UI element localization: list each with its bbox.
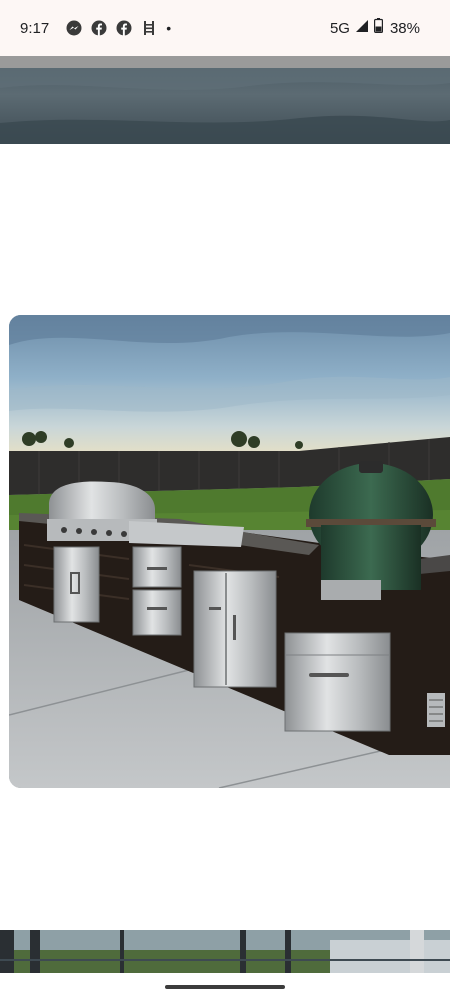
status-bar: 9:17 • 5G 38%	[0, 0, 450, 56]
next-image-preview[interactable]	[0, 930, 450, 973]
pool-enclosure-graphic	[0, 930, 450, 973]
more-notifications-dot: •	[166, 20, 172, 36]
sky-clouds-graphic	[0, 68, 450, 144]
ladder-icon	[141, 20, 157, 36]
top-image-frame	[0, 56, 450, 68]
outdoor-kitchen-graphic	[9, 315, 450, 788]
battery-percentage: 38%	[389, 19, 420, 37]
previous-image-preview[interactable]	[0, 68, 450, 144]
network-type: 5G	[329, 19, 350, 37]
status-left: 9:17 •	[20, 0, 171, 56]
battery-icon	[373, 18, 383, 38]
messenger-icon	[66, 20, 82, 36]
signal-icon	[355, 19, 369, 38]
clock-time: 9:17	[20, 19, 50, 37]
facebook-icon	[116, 20, 132, 36]
outdoor-kitchen-photo[interactable]	[9, 315, 450, 788]
facebook-icon	[91, 20, 107, 36]
status-right: 5G 38%	[330, 0, 420, 56]
home-indicator[interactable]	[165, 985, 285, 989]
